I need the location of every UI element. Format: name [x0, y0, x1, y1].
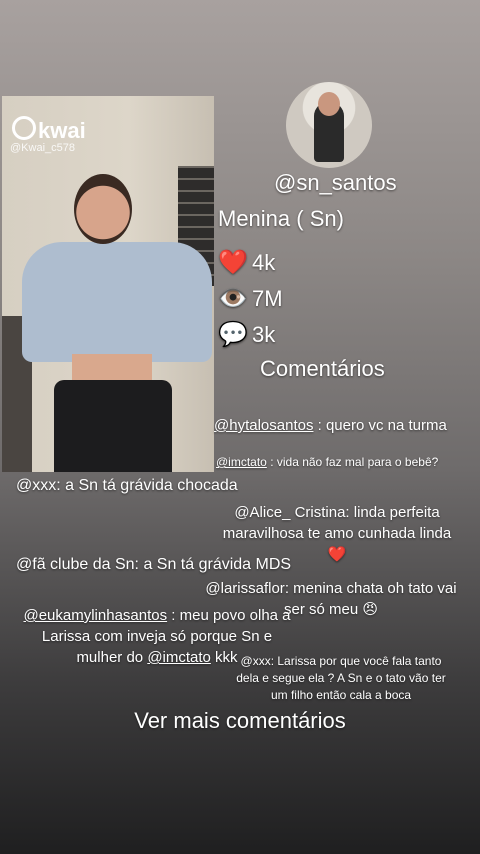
see-more-comments-link[interactable]: Ver mais comentários — [0, 708, 480, 734]
comment-text: : vida não faz mal para o bebê? — [266, 455, 439, 469]
video-title: Menina ( Sn) — [218, 206, 344, 231]
comment-user[interactable]: @hytalosantos — [214, 417, 313, 434]
comment-user[interactable]: @fã clube da Sn — [16, 556, 135, 573]
comment-mention[interactable]: @imctato — [147, 649, 211, 666]
avatar-head — [318, 92, 340, 116]
kwai-logo: kwai — [12, 116, 86, 144]
comment-item: @hytalosantos : quero vc na turma — [214, 415, 447, 436]
comment-item: @xxx: Larissa por que você fala tanto de… — [228, 653, 454, 704]
comment-user[interactable]: @eukamylinhasantos — [23, 607, 167, 624]
comment-item: @xxx: a Sn tá grávida chocada — [16, 475, 238, 496]
comment-user[interactable]: @larissaflor — [205, 580, 284, 597]
person-pants — [54, 380, 172, 472]
comment-user[interactable]: @Alice_ — [234, 504, 290, 521]
comment-user[interactable]: @imctato — [216, 455, 267, 469]
speech-bubble-icon: 💬 — [218, 321, 248, 348]
comment-user[interactable]: @xxx — [16, 477, 56, 494]
comment-text: : quero vc na turma — [313, 417, 447, 434]
views-stat: 👁️ 7M — [218, 284, 283, 313]
comment-text: : a Sn tá grávida MDS — [134, 556, 292, 573]
person-hoodie — [22, 242, 212, 362]
views-count: 7M — [252, 285, 283, 311]
username[interactable]: @sn_santos — [274, 170, 397, 196]
person-head — [74, 174, 132, 244]
kwai-brand-text: kwai — [38, 118, 86, 143]
comments-stat: 💬 3k — [218, 320, 275, 349]
likes-count: 4k — [252, 249, 276, 275]
comments-header: Comentários — [260, 356, 385, 381]
comment-item: @imctato : vida não faz mal para o bebê? — [216, 452, 438, 473]
angry-face-icon: 😠 — [362, 601, 378, 618]
avatar[interactable] — [286, 82, 372, 168]
heart-icon: ❤️ — [218, 249, 248, 276]
comment-user[interactable]: @xxx — [241, 654, 271, 668]
comment-item: @fã clube da Sn: a Sn tá grávida MDS — [16, 554, 291, 575]
likes-stat: ❤️ 4k — [218, 248, 275, 277]
comments-count: 3k — [252, 321, 276, 347]
heart-emoji-icon: ❤️ — [327, 546, 347, 563]
kwai-logo-icon — [12, 116, 36, 140]
eye-icon: 👁️ — [218, 285, 248, 312]
kwai-watermark-handle: @Kwai_c578 — [10, 142, 75, 154]
comment-text: : a Sn tá grávida chocada — [56, 477, 238, 494]
